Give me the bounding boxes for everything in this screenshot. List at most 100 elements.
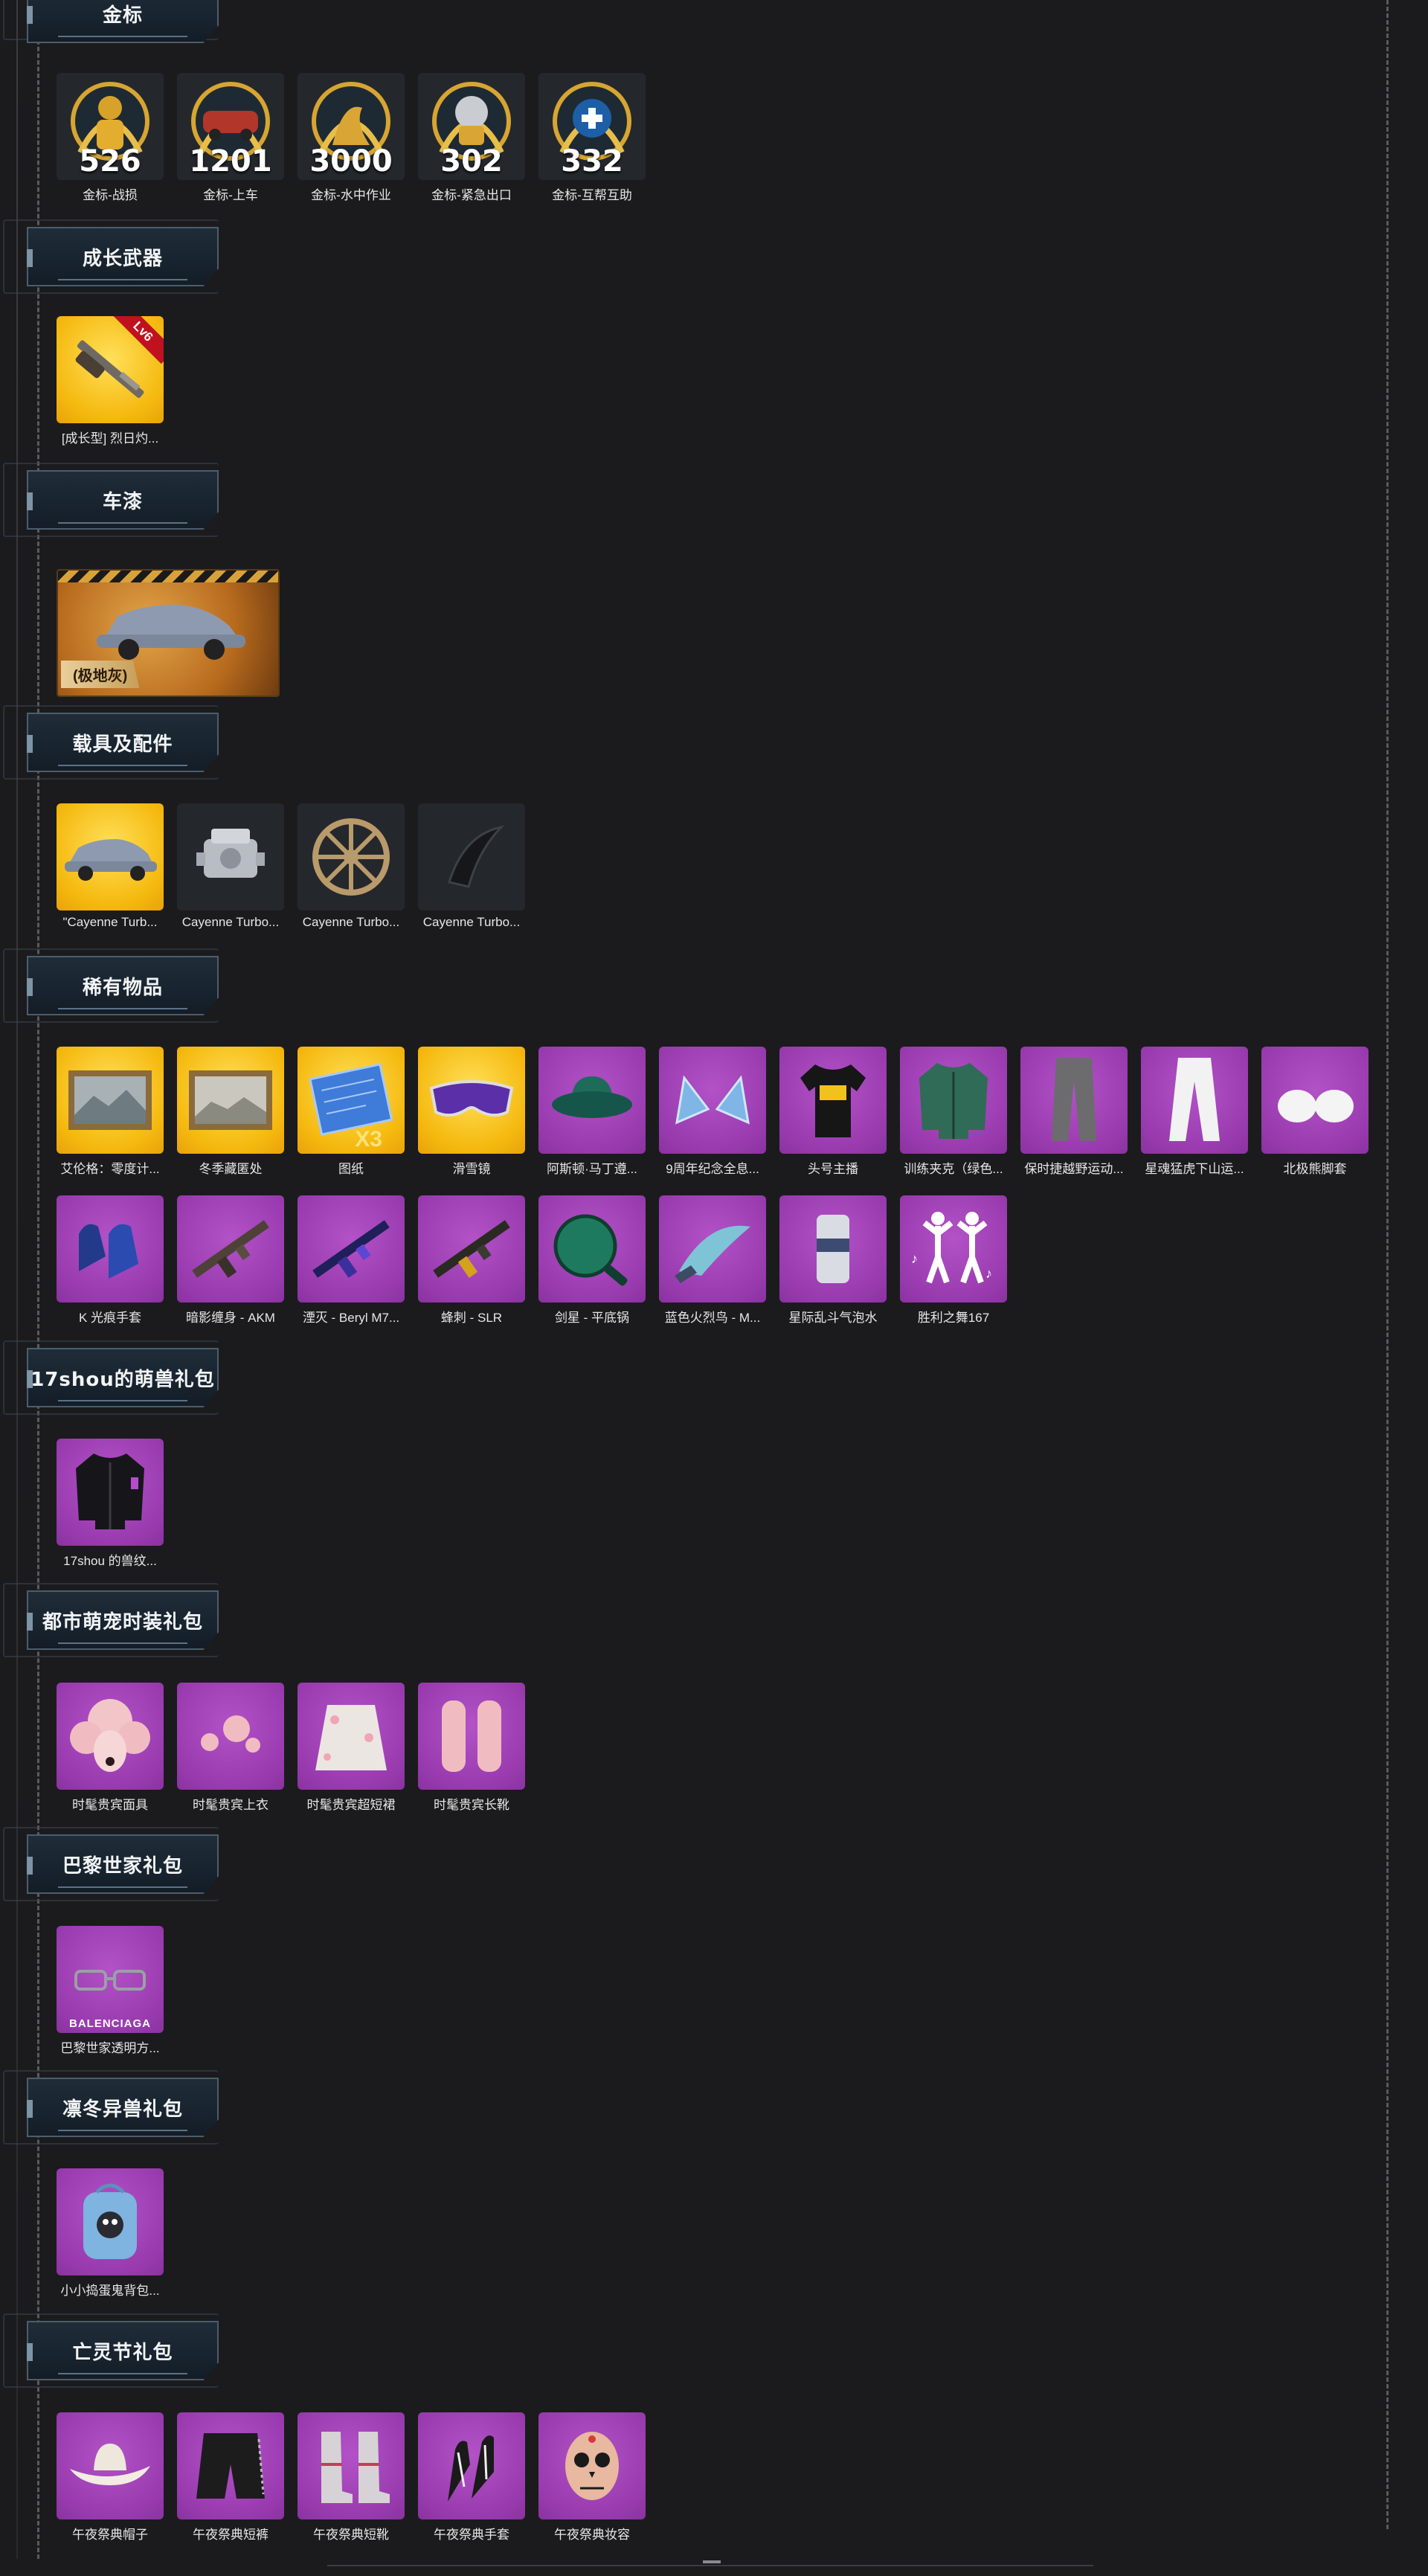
item-label: 北极熊脚套	[1283, 1162, 1347, 1176]
wheel-icon	[312, 818, 390, 896]
section-header-gold-medals: 金标	[27, 0, 219, 43]
item-thumb	[538, 1047, 646, 1154]
rare-item[interactable]: 蓝色火烈鸟 - M...	[659, 1195, 766, 1326]
item-thumb	[1141, 1047, 1248, 1154]
item-label: 剑星 - 平底锅	[554, 1311, 630, 1325]
pan-icon	[553, 1214, 628, 1286]
item-label: 蜂刺 - SLR	[440, 1311, 503, 1325]
pack-item[interactable]: 午夜祭典妆容	[538, 2412, 646, 2543]
rare-item[interactable]: K 光痕手套	[57, 1195, 164, 1326]
rare-item[interactable]: 星魂猛虎下山运...	[1141, 1047, 1248, 1177]
pack-item[interactable]: 午夜祭典短裤	[177, 2412, 284, 2543]
pack-item[interactable]: 小小捣蛋鬼背包...	[57, 2168, 164, 2299]
medal-count: 526	[79, 144, 141, 179]
gold-medal-row: 526 金标-战损 1201 金标-上车 3000 金标-水中作业 302 金标…	[57, 73, 646, 203]
cat-ears-icon	[675, 1075, 750, 1125]
pack-item[interactable]: 时髦贵宾长靴	[418, 1683, 525, 1813]
vehicle-part-item[interactable]: Cayenne Turbo...	[418, 803, 525, 930]
knife-icon	[675, 1225, 750, 1283]
rare-item[interactable]: 北极熊脚套	[1261, 1047, 1368, 1177]
frame-dashed-right	[1386, 0, 1389, 2529]
item-thumb	[298, 1195, 405, 1303]
svg-text:♪: ♪	[911, 1251, 918, 1266]
vehicle-skin-name: (极地灰)	[61, 661, 140, 688]
item-thumb	[538, 1195, 646, 1303]
rare-item[interactable]: 滑雪镜	[418, 1047, 525, 1177]
pants-icon	[1052, 1058, 1096, 1141]
item-label: 头号主播	[808, 1162, 858, 1176]
item-label: 星际乱斗气泡水	[788, 1311, 878, 1325]
rifle-icon	[433, 1220, 510, 1278]
pack-item[interactable]: 午夜祭典短靴	[298, 2412, 405, 2543]
section-title: 成长武器	[82, 247, 163, 270]
pack-item[interactable]: BALENCIAGA 巴黎世家透明方...	[57, 1926, 164, 2056]
item-thumb	[538, 2412, 646, 2519]
spoiler-icon	[448, 825, 505, 888]
rare-item[interactable]: 保时捷越野运动...	[1020, 1047, 1128, 1177]
weapon-item[interactable]: Lv6 [成长型] 烈日灼...	[57, 316, 164, 446]
rare-item[interactable]: 星际乱斗气泡水	[779, 1195, 887, 1326]
frame-line-left	[16, 0, 18, 2559]
glasses-icon	[74, 1970, 146, 1991]
inventory-page: 金标 526 金标-战损 1201 金标-上车 3000 金标-水中作业 302…	[0, 0, 1428, 2576]
item-label: [成长型] 烈日灼...	[61, 431, 159, 446]
rare-item[interactable]: 暗影缠身 - AKM	[177, 1195, 284, 1326]
item-label: 保时捷越野运动...	[1024, 1162, 1124, 1176]
rare-item[interactable]: 9周年纪念全息...	[659, 1047, 766, 1177]
fur-skirt-icon	[315, 1705, 387, 1770]
item-label: 阿斯顿·马丁遵...	[547, 1162, 637, 1176]
vehicle-skin-card[interactable]: (极地灰)	[57, 569, 280, 697]
pack-item[interactable]: 17shou 的兽纹...	[57, 1439, 164, 1569]
item-thumb	[57, 1439, 164, 1546]
rifle-icon	[312, 1220, 390, 1278]
rare-item[interactable]: 艾伦格：零度计...	[57, 1047, 164, 1177]
rare-item[interactable]: 阿斯顿·马丁遵...	[538, 1047, 646, 1177]
skull-face-icon	[565, 2432, 619, 2500]
vehicle-parts-row: "Cayenne Turb... Cayenne Turbo... Cayenn…	[57, 803, 525, 930]
item-label: Cayenne Turbo...	[302, 915, 400, 929]
item-thumb	[298, 1683, 405, 1790]
item-label: K 光痕手套	[78, 1311, 142, 1325]
item-label: 金标-战损	[83, 188, 138, 202]
section-header-pack-balenciaga: 巴黎世家礼包	[27, 1834, 219, 1894]
section-title: 金标	[102, 4, 143, 27]
rare-item[interactable]: 训练夹克（绿色...	[900, 1047, 1007, 1177]
medal-item[interactable]: 1201 金标-上车	[177, 73, 284, 203]
pack-item[interactable]: 时髦贵宾上衣	[177, 1683, 284, 1813]
vehicle-part-item[interactable]: "Cayenne Turb...	[57, 803, 164, 930]
medal-item[interactable]: 332 金标-互帮互助	[538, 73, 646, 203]
section-title: 稀有物品	[82, 976, 163, 999]
fur-boots-icon	[442, 1700, 501, 1772]
item-label: 金标-水中作业	[311, 188, 391, 202]
pack-item[interactable]: 时髦贵宾超短裙	[298, 1683, 405, 1813]
rare-item[interactable]: 头号主播	[779, 1047, 887, 1177]
rifle-icon	[192, 1220, 269, 1278]
item-thumb	[57, 1195, 164, 1303]
section-header-vehicle-skins: 车漆	[27, 470, 219, 530]
rare-item[interactable]: 冬季藏匿处	[177, 1047, 284, 1177]
jacket-icon	[76, 1454, 144, 1529]
item-thumb	[659, 1195, 766, 1303]
gloves-icon	[79, 1224, 138, 1279]
pack-item[interactable]: 时髦贵宾面具	[57, 1683, 164, 1813]
rare-item[interactable]: 湮灭 - Beryl M7...	[298, 1195, 405, 1326]
rare-item[interactable]: X3 图纸	[298, 1047, 405, 1177]
item-thumb: ♪ ♪	[900, 1195, 1007, 1303]
jacket-icon	[919, 1063, 988, 1139]
rare-item[interactable]: ♪ ♪ 胜利之舞167	[900, 1195, 1007, 1326]
quantity-multiplier: X3	[355, 1127, 382, 1152]
item-thumb	[177, 2412, 284, 2519]
vehicle-part-item[interactable]: Cayenne Turbo...	[298, 803, 405, 930]
rare-item[interactable]: 蜂刺 - SLR	[418, 1195, 525, 1326]
vehicle-part-item[interactable]: Cayenne Turbo...	[177, 803, 284, 930]
medal-item[interactable]: 3000 金标-水中作业	[298, 73, 405, 203]
item-thumb	[418, 1047, 525, 1154]
medal-thumb: 526	[57, 73, 164, 180]
pack-item[interactable]: 午夜祭典手套	[418, 2412, 525, 2543]
pack-urban-pet-row: 时髦贵宾面具 时髦贵宾上衣 时髦贵宾超短裙 时髦贵宾长靴	[57, 1683, 525, 1813]
medal-item[interactable]: 526 金标-战损	[57, 73, 164, 203]
rare-item[interactable]: 剑星 - 平底锅	[538, 1195, 646, 1326]
pack-item[interactable]: 午夜祭典帽子	[57, 2412, 164, 2543]
medal-item[interactable]: 302 金标-紧急出口	[418, 73, 525, 203]
scroll-indicator[interactable]	[703, 2560, 721, 2563]
